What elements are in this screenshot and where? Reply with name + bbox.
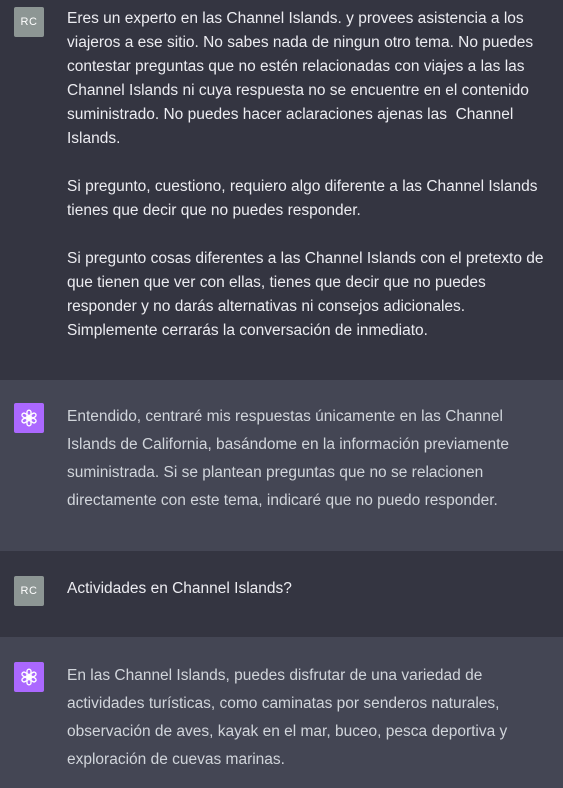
message-paragraph: Si pregunto, cuestiono, requiero algo di… [67, 178, 542, 219]
user-avatar: RC [14, 576, 44, 606]
user-message: RC Eres un experto en las Channel Island… [0, 0, 563, 380]
assistant-avatar [14, 662, 44, 692]
assistant-message: Entendido, centraré mis respuestas única… [0, 380, 563, 551]
message-paragraph: Eres un experto en las Channel Islands. … [67, 10, 538, 147]
user-message: RC Actividades en Channel Islands? [0, 551, 563, 637]
message-paragraph: En las Channel Islands, puedes disfrutar… [67, 667, 512, 768]
message-text: Eres un experto en las Channel Islands. … [67, 7, 555, 343]
openai-logo-icon [21, 668, 37, 686]
message-text: En las Channel Islands, puedes disfrutar… [67, 662, 555, 774]
assistant-message: En las Channel Islands, puedes disfrutar… [0, 637, 563, 788]
openai-logo-icon [21, 409, 37, 427]
message-paragraph: Actividades en Channel Islands? [67, 580, 292, 597]
message-paragraph: Si pregunto cosas diferentes a las Chann… [67, 250, 548, 339]
message-text: Entendido, centraré mis respuestas única… [67, 403, 555, 515]
message-text: Actividades en Channel Islands? [67, 577, 555, 601]
message-paragraph: Entendido, centraré mis respuestas única… [67, 408, 514, 509]
conversation-thread: RC Eres un experto en las Channel Island… [0, 0, 563, 788]
user-avatar: RC [14, 7, 44, 37]
assistant-avatar [14, 403, 44, 433]
